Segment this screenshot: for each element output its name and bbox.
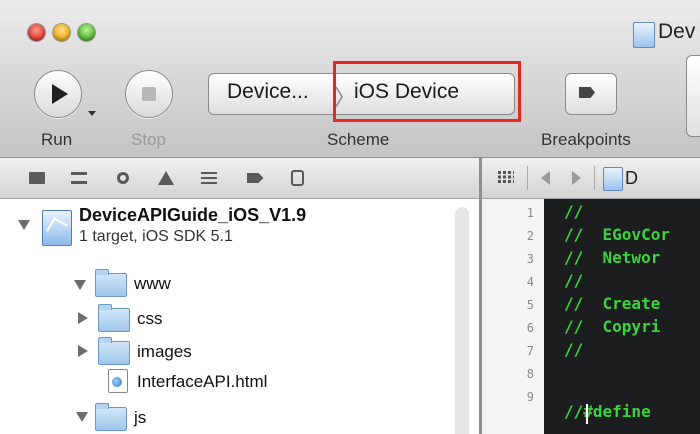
tree-item-images[interactable]: images	[137, 342, 192, 362]
line-number: 6	[526, 321, 534, 335]
zoom-window-button[interactable]	[78, 24, 95, 41]
line-number: 2	[526, 229, 534, 243]
line-number: 3	[526, 252, 534, 266]
run-label: Run	[41, 130, 73, 149]
minimize-window-button[interactable]	[53, 24, 70, 41]
code-line: //	[564, 271, 584, 290]
line-number: 7	[526, 344, 534, 358]
forward-arrow-icon[interactable]	[572, 171, 581, 185]
search-navigator-tab[interactable]	[112, 168, 134, 188]
project-name[interactable]: DeviceAPIGuide_iOS_V1.9	[79, 205, 306, 226]
project-navigator: DeviceAPIGuide_iOS_V1.9 1 target, iOS SD…	[0, 199, 479, 434]
stop-label: Stop	[131, 130, 166, 149]
jump-bar: D	[482, 158, 700, 199]
stop-button[interactable]	[125, 70, 173, 118]
run-button[interactable]	[34, 70, 82, 118]
back-arrow-icon[interactable]	[541, 171, 550, 185]
log-navigator-tab[interactable]	[286, 168, 308, 188]
breakpoint-navigator-tab[interactable]	[244, 168, 266, 188]
line-number: 5	[526, 298, 534, 312]
list-icon	[201, 172, 217, 184]
run-options-dropdown-icon[interactable]	[88, 111, 96, 116]
code-line: // EGovCor	[564, 225, 670, 244]
tree-item-js[interactable]: js	[134, 408, 146, 428]
line-number: 9	[526, 390, 534, 404]
magnifier-icon	[117, 172, 129, 184]
project-file-icon	[603, 167, 623, 191]
scrollbar[interactable]	[455, 207, 469, 434]
text-cursor	[586, 404, 588, 424]
play-icon	[52, 84, 68, 104]
line-number: 1	[526, 206, 534, 220]
folder-icon	[29, 172, 45, 184]
tree-item-css[interactable]: css	[137, 309, 163, 329]
debug-navigator-tab[interactable]	[198, 168, 220, 188]
code-line: // Copyri	[564, 317, 661, 336]
xcode-project-icon	[42, 210, 72, 246]
code-line: //#define	[564, 402, 651, 421]
symbol-navigator-tab[interactable]	[68, 168, 90, 188]
hierarchy-icon	[71, 172, 87, 184]
line-number: 8	[526, 367, 534, 381]
scheme-target[interactable]: Device...	[227, 80, 309, 104]
related-files-icon[interactable]	[498, 171, 514, 183]
toolbar: Dev Device... 〉 iOS Device Run Stop Sche…	[0, 0, 700, 158]
html-file-icon	[108, 369, 128, 393]
highlight-box	[333, 61, 521, 122]
breakpoints-button[interactable]	[565, 73, 617, 115]
divider	[527, 166, 528, 190]
issue-navigator-tab[interactable]	[155, 168, 177, 188]
editor-mode-button[interactable]	[686, 55, 700, 137]
navigator-selector-bar	[0, 158, 479, 199]
project-navigator-tab[interactable]	[26, 168, 48, 188]
breakpoint-icon	[246, 173, 264, 183]
speech-bubble-icon	[290, 170, 304, 186]
folder-icon	[95, 269, 127, 297]
source-editor[interactable]: 1 2 3 4 5 6 7 8 9 // // EGovCor // Netwo…	[482, 199, 700, 434]
disclosure-triangle-collapsed-icon[interactable]	[78, 312, 88, 324]
code-line: //	[564, 202, 584, 221]
line-number: 4	[526, 275, 534, 289]
window-title: Dev	[658, 20, 696, 43]
warning-icon	[158, 171, 174, 185]
breakpoint-icon	[579, 87, 595, 98]
divider	[594, 166, 595, 190]
stop-icon	[142, 87, 156, 101]
scheme-label: Scheme	[327, 130, 390, 149]
code-line: // Networ	[564, 248, 661, 267]
code-area[interactable]: // // EGovCor // Networ // // Create // …	[544, 199, 700, 434]
disclosure-triangle-expanded-icon[interactable]	[18, 220, 30, 230]
document-icon	[633, 22, 655, 48]
folder-icon	[98, 337, 130, 365]
disclosure-triangle-expanded-icon[interactable]	[76, 412, 88, 422]
disclosure-triangle-collapsed-icon[interactable]	[78, 345, 88, 357]
project-subtitle: 1 target, iOS SDK 5.1	[79, 228, 233, 245]
folder-icon	[98, 304, 130, 332]
code-line: // Create	[564, 294, 661, 313]
close-window-button[interactable]	[28, 24, 45, 41]
breakpoints-label: Breakpoints	[541, 130, 631, 149]
line-number-gutter: 1 2 3 4 5 6 7 8 9	[482, 199, 545, 434]
tree-item-interfaceapi-html[interactable]: InterfaceAPI.html	[137, 372, 267, 392]
jump-bar-path[interactable]: D	[625, 168, 638, 189]
folder-icon	[95, 403, 127, 431]
code-line: //	[564, 340, 584, 359]
tree-item-www[interactable]: www	[134, 274, 171, 294]
disclosure-triangle-expanded-icon[interactable]	[74, 280, 86, 290]
